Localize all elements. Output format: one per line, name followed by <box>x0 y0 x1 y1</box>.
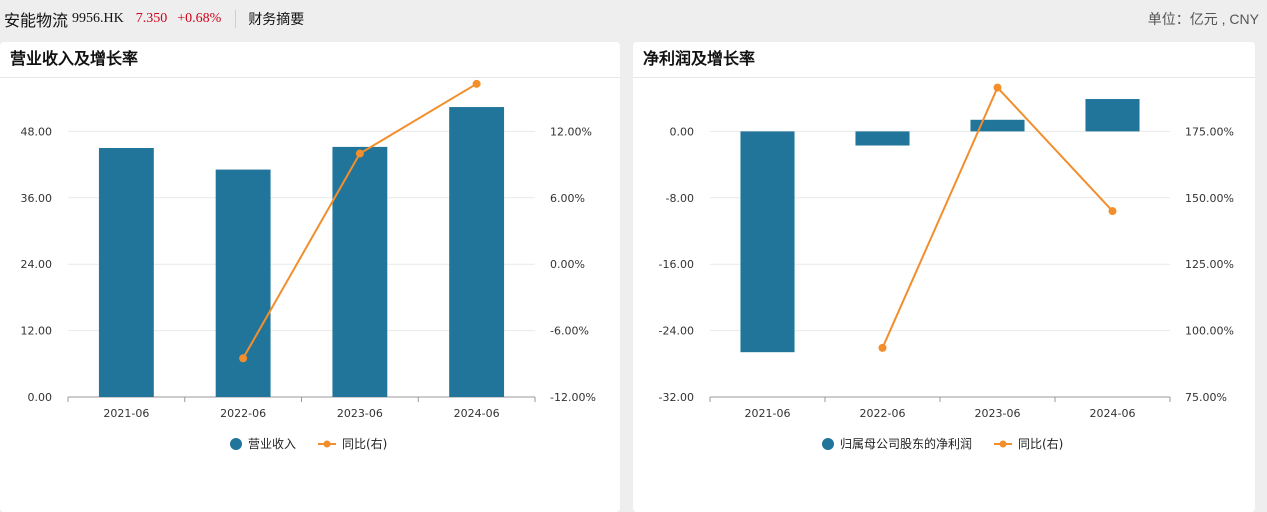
growth-point <box>239 354 248 363</box>
bar <box>332 146 388 397</box>
chart-title: 营业收入及增长率 <box>0 42 620 78</box>
y-right-tick-label: -6.00% <box>550 325 589 338</box>
y-left-tick-label: 12.00 <box>21 325 53 338</box>
y-left-tick-label: 24.00 <box>21 258 53 271</box>
y-right-tick-label: 0.00% <box>550 258 585 271</box>
y-left-tick-label: 0.00 <box>28 391 53 404</box>
growth-point <box>472 79 481 88</box>
legend-bar-swatch <box>822 438 834 450</box>
revenue-chart-panel: 营业收入及增长率 0.0012.0024.0036.0048.0060.00-1… <box>0 42 620 512</box>
y-left-tick-label: 36.00 <box>21 192 53 205</box>
y-left-tick-label: -8.00 <box>666 192 694 205</box>
y-right-tick-label: 6.00% <box>550 192 585 205</box>
growth-point <box>993 83 1002 92</box>
legend: 归属母公司股东的净利润 同比(右) <box>822 436 1063 451</box>
x-tick-label: 2021-06 <box>103 407 149 420</box>
x-tick-label: 2022-06 <box>220 407 266 420</box>
y-right-tick-label: 125.00% <box>1185 258 1234 271</box>
revenue-chart: 0.0012.0024.0036.0048.0060.00-12.00%-6.0… <box>21 79 596 451</box>
x-tick-label: 2023-06 <box>975 407 1021 420</box>
x-tick-label: 2024-06 <box>454 407 500 420</box>
legend-line-label: 同比(右) <box>342 436 387 451</box>
y-left-tick-label: 48.00 <box>21 125 53 138</box>
net-profit-chart: -32.00-24.00-16.00-8.000.008.0075.00%100… <box>659 83 1234 451</box>
growth-point <box>878 343 887 352</box>
bar <box>98 148 154 397</box>
legend: 营业收入 同比(右) <box>230 436 387 451</box>
tab-financial-summary[interactable]: 财务摘要 <box>248 9 304 29</box>
y-right-tick-label: -12.00% <box>550 391 596 404</box>
y-left-tick-label: -24.00 <box>659 325 694 338</box>
unit-label: 单位：亿元 , CNY <box>1147 11 1259 27</box>
bar <box>740 131 795 353</box>
y-right-tick-label: 75.00% <box>1185 391 1227 404</box>
y-right-tick-label: 175.00% <box>1185 125 1234 138</box>
stock-name: 安能物流 <box>4 13 69 30</box>
x-tick-label: 2022-06 <box>860 407 906 420</box>
legend-bar-swatch <box>230 438 242 450</box>
x-tick-label: 2024-06 <box>1090 407 1136 420</box>
net-profit-chart-panel: 净利润及增长率 -32.00-24.00-16.00-8.000.008.007… <box>633 42 1255 512</box>
legend-bar-label: 归属母公司股东的净利润 <box>840 436 972 451</box>
y-right-tick-label: 150.00% <box>1185 192 1234 205</box>
growth-point <box>1108 207 1117 216</box>
y-right-tick-label: 12.00% <box>550 125 592 138</box>
legend-bar-label: 营业收入 <box>248 437 296 451</box>
stock-price: 7.350 <box>135 11 168 26</box>
x-tick-label: 2023-06 <box>337 407 383 420</box>
chart-title: 净利润及增长率 <box>633 42 1255 78</box>
y-left-tick-label: -32.00 <box>659 391 694 404</box>
stock-code: 9956.HK <box>72 11 124 26</box>
legend-line-marker <box>999 440 1007 448</box>
stock-change: +0.68% <box>177 11 222 26</box>
bar <box>855 131 910 146</box>
header-divider <box>235 10 237 28</box>
y-right-tick-label: 100.00% <box>1185 325 1234 338</box>
y-left-tick-label: -16.00 <box>659 258 694 271</box>
bar <box>215 169 271 397</box>
bar <box>1085 99 1140 132</box>
top-bar: 安能物流 9956.HK 7.350 +0.68% 财务摘要 单位：亿元 , C… <box>0 0 1267 38</box>
bar <box>449 107 505 397</box>
legend-line-marker <box>323 440 331 448</box>
growth-point <box>355 149 364 158</box>
x-tick-label: 2021-06 <box>745 407 791 420</box>
legend-line-label: 同比(右) <box>1018 436 1063 451</box>
y-left-tick-label: 0.00 <box>670 125 695 138</box>
